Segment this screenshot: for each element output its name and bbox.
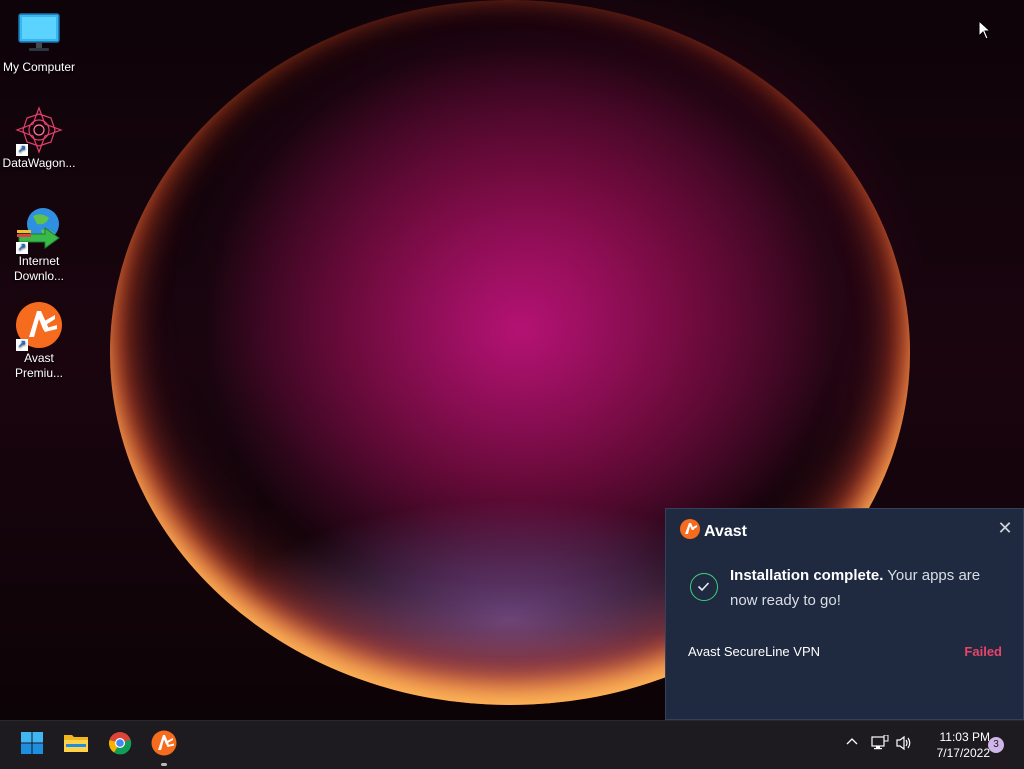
message-bold: Installation complete. [730,567,884,584]
shortcut-arrow-icon: ↗ [16,339,28,351]
notification-count-badge[interactable]: 3 [988,737,1004,753]
avast-icon [151,730,177,761]
shortcut-arrow-icon: ↗ [16,242,28,254]
notification-brand: Avast [704,522,747,540]
globe-download-icon: ↗ [15,204,63,254]
taskbar: 11:03 PM 7/17/2022 3 [0,720,1024,769]
avast-icon: ↗ [15,301,63,351]
desktop-icon-datawagon[interactable]: ↗ DataWagon... [1,106,77,171]
notification-header: Avast [680,519,747,544]
chevron-up-icon[interactable] [845,735,859,752]
product-status: Failed [964,644,1002,659]
network-icon[interactable] [871,734,889,754]
close-icon[interactable]: ✕ [997,519,1013,537]
clock-time: 11:03 PM [939,730,990,744]
folder-icon [63,732,89,759]
datawagon-icon: ↗ [15,106,63,156]
shortcut-arrow-icon: ↗ [16,144,28,156]
file-explorer-button[interactable] [60,729,92,761]
desktop-icon-internet-download[interactable]: ↗ Internet Downlo... [1,204,77,284]
chrome-icon [108,731,132,760]
chrome-button[interactable] [104,729,136,761]
desktop-icon-label: DataWagon... [2,156,76,170]
windows-start-icon [20,731,44,760]
desktop-icon-label: My Computer [2,60,76,74]
desktop-icon-label: Avast Premiu... [14,351,63,380]
taskbar-clock[interactable]: 11:03 PM 7/17/2022 [920,729,990,761]
desktop-icon-avast[interactable]: ↗ Avast Premiu... [1,301,77,381]
desktop-icon-label: Internet Downlo... [13,254,65,283]
avast-taskbar-button[interactable] [148,729,180,761]
clock-date: 7/17/2022 [936,746,990,760]
active-app-indicator [161,763,167,766]
desktop-icon-my-computer[interactable]: My Computer [1,10,77,75]
product-name: Avast SecureLine VPN [688,644,820,659]
mouse-cursor-icon [978,19,992,45]
start-button[interactable] [16,729,48,761]
monitor-icon [15,10,63,58]
avast-notification[interactable]: Avast ✕ Installation complete. Your apps… [665,508,1024,720]
volume-icon[interactable] [895,735,913,754]
notification-message: Installation complete. Your apps are now… [730,563,1000,613]
avast-logo-icon [680,519,700,544]
success-check-icon [690,573,718,601]
